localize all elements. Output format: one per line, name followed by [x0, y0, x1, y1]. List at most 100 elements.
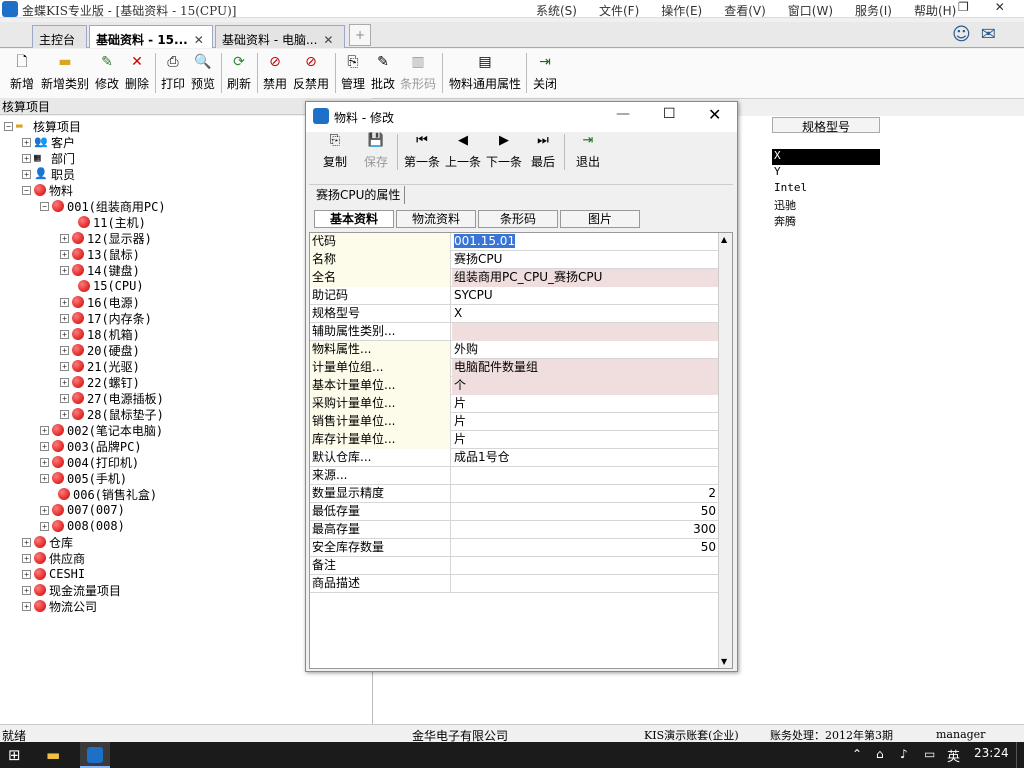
close-icon[interactable]: ✕	[708, 105, 721, 124]
tab-close-icon[interactable]: ✕	[323, 33, 333, 47]
minimize-icon[interactable]: —	[616, 106, 630, 122]
field-value[interactable]	[452, 467, 718, 485]
first-record-button[interactable]: ⏮ 第一条	[402, 133, 442, 173]
volume-icon[interactable]: ♪	[900, 747, 908, 761]
tree-node-003[interactable]: +003(品牌PC)	[40, 438, 142, 454]
tab-basic-data-pc[interactable]: 基础资料 - 电脑... ✕	[215, 25, 345, 48]
expand-icon[interactable]: +	[60, 345, 69, 355]
tab-console[interactable]: 主控台	[32, 25, 87, 48]
menu-operate[interactable]: 操作(E)	[661, 2, 702, 19]
message-icon[interactable]: ✉	[981, 24, 996, 45]
tree-node-27[interactable]: +27(电源插板)	[60, 390, 164, 406]
menu-service[interactable]: 服务(I)	[855, 2, 892, 19]
minimize-icon[interactable]: _	[926, 0, 932, 14]
expand-icon[interactable]: +	[22, 153, 31, 163]
field-value[interactable]	[452, 323, 718, 341]
tree-node-13[interactable]: +13(鼠标)	[60, 246, 140, 262]
show-desktop-button[interactable]	[1016, 742, 1024, 768]
field-value[interactable]: 个	[452, 377, 718, 395]
expand-icon[interactable]: +	[40, 521, 49, 531]
scroll-down-icon[interactable]: ▼	[721, 657, 727, 666]
last-record-button[interactable]: ⏭ 最后	[528, 133, 558, 173]
tree-node-007[interactable]: +007(007)	[40, 502, 125, 518]
menu-system[interactable]: 系统(S)	[536, 2, 577, 19]
clock[interactable]: 23:24	[974, 746, 1009, 760]
field-value[interactable]: X	[452, 305, 718, 323]
field-value[interactable]: 片	[452, 431, 718, 449]
tab-basic-data-cpu[interactable]: 基础资料 - 15... ✕	[89, 25, 213, 48]
preview-button[interactable]: 🔍 预览	[188, 49, 218, 97]
tree-node-14[interactable]: +14(键盘)	[60, 262, 140, 278]
tree-node-28[interactable]: +28(鼠标垫子)	[60, 406, 164, 422]
collapse-icon[interactable]: −	[40, 201, 49, 211]
tree-node-18[interactable]: +18(机箱)	[60, 326, 140, 342]
tree-node-15[interactable]: 15(CPU)	[78, 278, 144, 294]
table-cell[interactable]: Intel	[772, 181, 880, 197]
batch-edit-button[interactable]: ✎ 批改	[368, 49, 398, 97]
field-value[interactable]: 2	[452, 485, 718, 503]
field-value[interactable]: 赛扬CPU	[452, 251, 718, 269]
expand-icon[interactable]: +	[22, 585, 31, 595]
tree-node-employee[interactable]: + 👤 职员	[22, 166, 75, 182]
material-common-attr-button[interactable]: ▤ 物料通用属性	[446, 49, 524, 97]
network-icon[interactable]: ⌂	[876, 747, 884, 761]
tab-logistics[interactable]: 物流资料	[396, 210, 476, 228]
tree-node-customer[interactable]: + 👥 客户	[22, 134, 75, 150]
expand-icon[interactable]: +	[40, 425, 49, 435]
tree-node-warehouse[interactable]: + 仓库	[22, 534, 73, 550]
field-value[interactable]: 片	[452, 395, 718, 413]
expand-icon[interactable]: +	[60, 329, 69, 339]
tree-node-17[interactable]: +17(内存条)	[60, 310, 152, 326]
column-header-spec[interactable]: 规格型号	[772, 117, 880, 134]
close-button[interactable]: ⇥ 关闭	[530, 49, 560, 97]
expand-icon[interactable]: +	[40, 505, 49, 515]
add-tab-icon[interactable]: +	[349, 24, 371, 46]
expand-icon[interactable]: +	[40, 457, 49, 467]
smiley-icon[interactable]: ☺	[952, 24, 971, 45]
menu-view[interactable]: 查看(V)	[724, 2, 766, 19]
expand-icon[interactable]: +	[22, 169, 31, 179]
expand-icon[interactable]: +	[22, 569, 31, 579]
table-cell[interactable]: X	[772, 149, 880, 165]
show-hidden-icons-icon[interactable]: ⌃	[852, 747, 862, 761]
field-value[interactable]	[452, 557, 718, 575]
expand-icon[interactable]: +	[60, 361, 69, 371]
expand-icon[interactable]: +	[22, 553, 31, 563]
new-button[interactable]: 🗋 新增	[6, 49, 38, 97]
kis-taskbar-item[interactable]	[80, 742, 110, 768]
tab-image[interactable]: 图片	[560, 210, 640, 228]
expand-icon[interactable]: +	[40, 473, 49, 483]
field-value[interactable]	[452, 575, 718, 593]
expand-icon[interactable]: +	[60, 313, 69, 323]
notification-icon[interactable]: ▭	[924, 747, 935, 761]
tree-node-001[interactable]: −001(组装商用PC)	[40, 198, 166, 214]
tree-node-11[interactable]: 11(主机)	[78, 214, 146, 230]
enable-button[interactable]: ⊘ 反禁用	[290, 49, 332, 97]
tab-close-icon[interactable]: ✕	[194, 33, 204, 47]
tree-node-root[interactable]: − ▬ 核算项目	[4, 118, 81, 134]
windows-start-icon[interactable]: ⊞	[8, 746, 21, 764]
vertical-scrollbar[interactable]: ▲ ▼	[718, 233, 732, 668]
field-value[interactable]: 电脑配件数量组	[452, 359, 718, 377]
prev-record-button[interactable]: ◀ 上一条	[443, 133, 483, 173]
expand-icon[interactable]: +	[60, 297, 69, 307]
expand-icon[interactable]: +	[60, 377, 69, 387]
menu-file[interactable]: 文件(F)	[599, 2, 639, 19]
tree-node-008[interactable]: +008(008)	[40, 518, 125, 534]
field-value[interactable]: 成品1号仓	[452, 449, 718, 467]
tree-node-ceshi[interactable]: + CESHI	[22, 566, 85, 582]
menu-window[interactable]: 窗口(W)	[788, 2, 833, 19]
maximize-icon[interactable]: ☐	[663, 106, 676, 122]
expand-icon[interactable]: +	[60, 249, 69, 259]
refresh-button[interactable]: ⟳ 刷新	[224, 49, 254, 97]
exit-button[interactable]: ⇥ 退出	[572, 133, 604, 173]
manage-button[interactable]: ⎘ 管理	[338, 49, 368, 97]
tab-barcode[interactable]: 条形码	[478, 210, 558, 228]
table-cell[interactable]: 迅驰	[772, 197, 880, 213]
delete-button[interactable]: ✕ 删除	[122, 49, 152, 97]
tree-node-004[interactable]: +004(打印机)	[40, 454, 139, 470]
expand-icon[interactable]: +	[22, 601, 31, 611]
restore-icon[interactable]: ❐	[958, 0, 969, 14]
tree-node-supplier[interactable]: + 供应商	[22, 550, 85, 566]
expand-icon[interactable]: +	[60, 265, 69, 275]
